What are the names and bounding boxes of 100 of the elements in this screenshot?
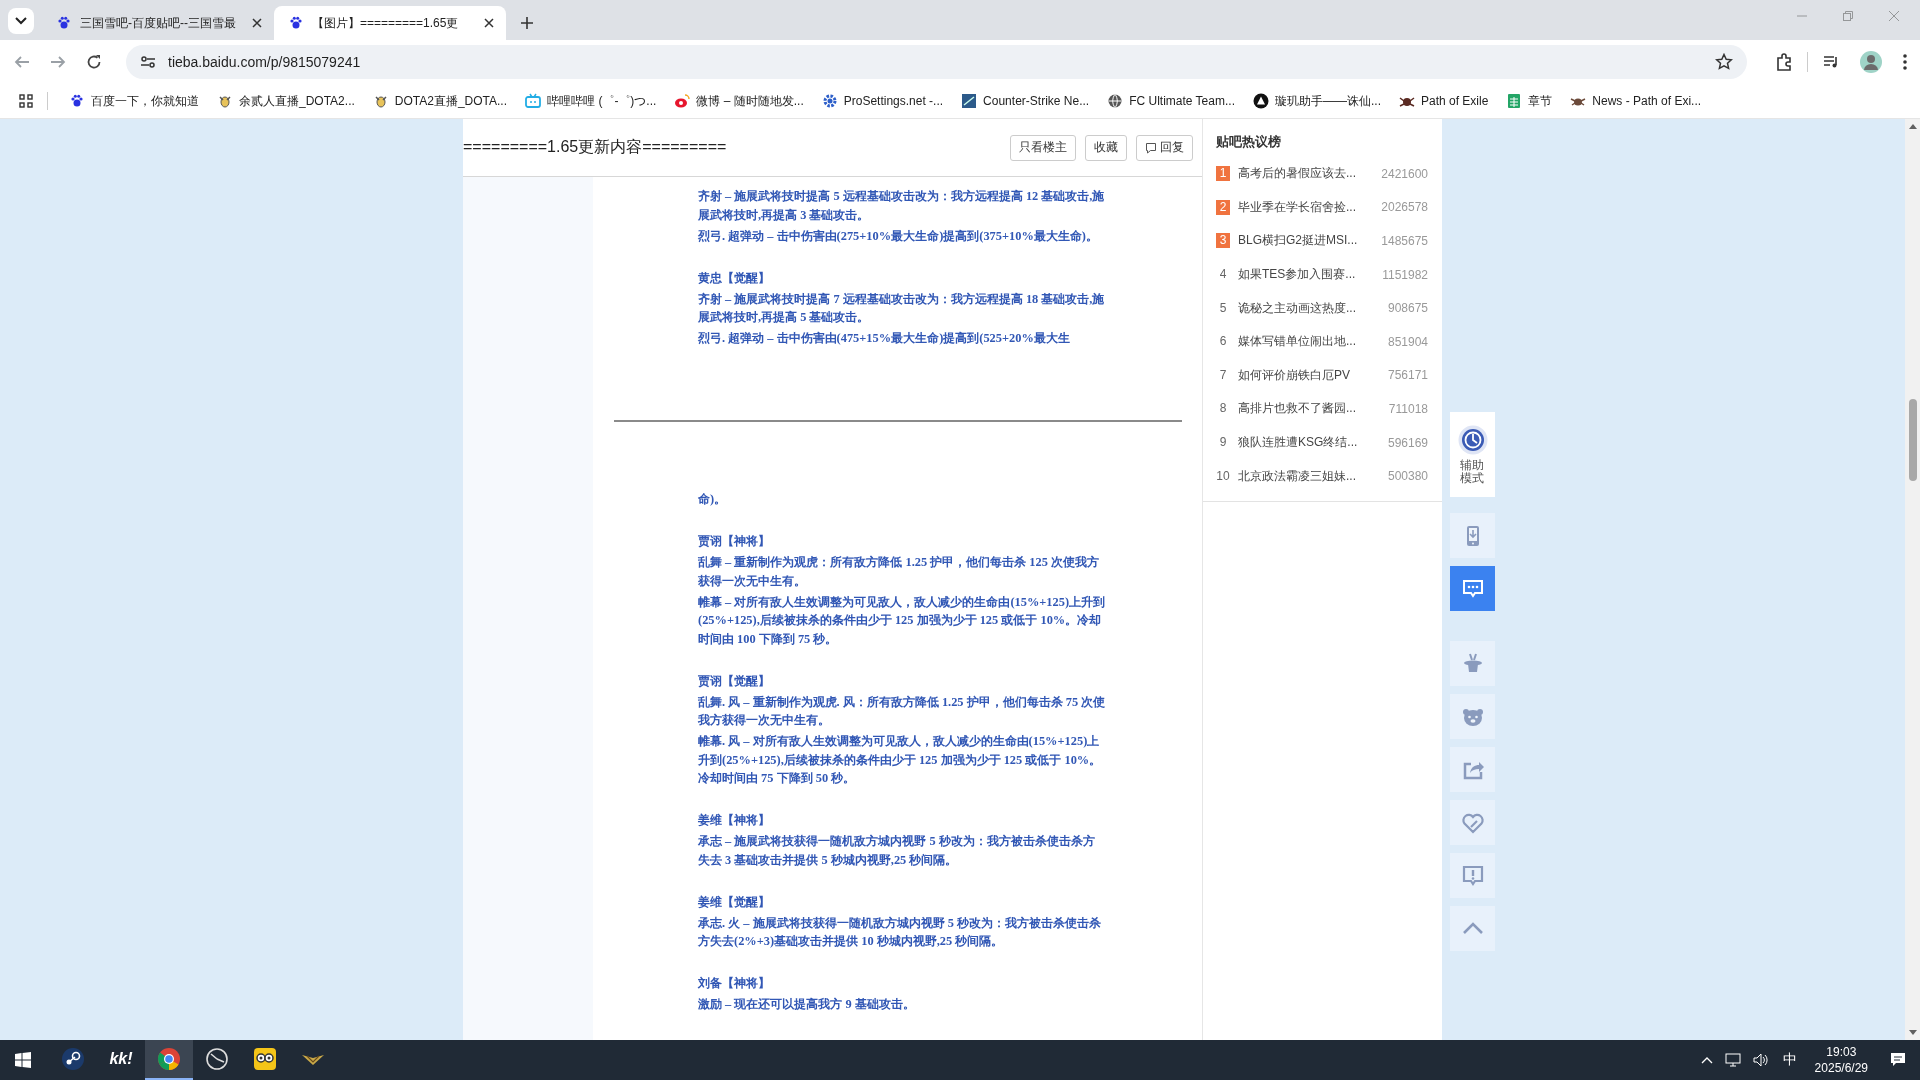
gear-icon (821, 93, 838, 109)
hot-topic-link[interactable]: 诡秘之主动画这热度... (1238, 299, 1388, 317)
paw-icon (69, 93, 85, 109)
change-text: 承志 – 施展武将技获得一随机敌方城内视野 5 秒改为：我方被击杀使击杀方失去 3 基础攻击并提供 5 秒城内视野,25 秒间隔。 (698, 833, 1096, 869)
apps-grid-icon[interactable] (19, 94, 33, 108)
volume-icon[interactable] (1752, 1053, 1769, 1067)
bookmark[interactable]: 哔哩哔哩 (゜-゜)つ... (516, 88, 666, 114)
puzzle-icon[interactable] (1775, 53, 1793, 71)
eye-icon (674, 93, 691, 109)
section-heading: 贾诩【神将】 (698, 533, 771, 550)
speech-icon (1145, 141, 1157, 154)
taskbar-app[interactable]: kk! (97, 1040, 145, 1080)
heart-icon (1461, 811, 1484, 834)
forward-icon[interactable] (50, 54, 66, 70)
change-text: 烈弓. 超弹动 – 击中伤害由(275+10%最大生命)提高到(375+10%最大生命)。 (698, 227, 1099, 245)
bookmark[interactable]: 璇玑助手——诛仙... (1243, 88, 1390, 114)
bookmark[interactable]: DOTA2直播_DOTA... (363, 88, 517, 114)
post-button[interactable]: 收藏 (1085, 134, 1127, 161)
change-text: 齐射 – 施展武将技时提高 5 远程基础攻击改为：我方远程提高 12 基础攻击,施展武将技时,再提高 3 基础攻击。 (698, 188, 1106, 224)
hot-topic-link[interactable]: 高排片也救不了酱园... (1238, 400, 1389, 418)
notification-icon[interactable] (1890, 1052, 1906, 1068)
dial-icon (205, 1047, 229, 1071)
change-text: 乱舞. 风 – 重新制作为观虎. 风：所有敌方降低 1.25 护甲，他们每击杀 75 次使我方获得一次无中生有。 (698, 693, 1106, 729)
owl-icon (253, 1047, 277, 1071)
report-icon (1461, 864, 1484, 887)
rank-number: 3 (1216, 233, 1230, 249)
section-heading: 黄忠【觉醒】 (698, 269, 771, 287)
side-tool-button[interactable] (1450, 566, 1495, 611)
back-icon[interactable] (14, 54, 30, 70)
sheet-icon (1506, 93, 1523, 109)
bookmark[interactable]: Counter-Strike Ne... (952, 88, 1099, 114)
heat-count: 500380 (1387, 469, 1428, 484)
reply-button[interactable]: 回复 (1136, 134, 1193, 161)
tab-title: 三国雪吧-百度贴吧--三国雪最 (80, 14, 237, 32)
bookmark[interactable]: Path of Exile (1390, 88, 1498, 114)
heat-count: 1485675 (1381, 234, 1428, 248)
clock-date: 2025/6/29 (1814, 1060, 1868, 1076)
scroll-down-icon[interactable] (1908, 1030, 1917, 1036)
globe-icon (1107, 93, 1124, 109)
assist-mode-button[interactable]: 辅助模式 (1450, 412, 1495, 497)
change-text: 齐射 – 施展武将技时提高 7 远程基础攻击改为：我方远程提高 18 基础攻击,施展武将技时,再提高 5 基础攻击。 (698, 290, 1106, 326)
rank-number: 6 (1218, 334, 1228, 350)
heat-count: 851904 (1387, 334, 1428, 349)
scroll-up-icon[interactable] (1908, 123, 1917, 129)
bookmark[interactable]: News - Path of Exi... (1561, 88, 1711, 114)
input-method-indicator[interactable]: 中 (1782, 1051, 1797, 1069)
clock-time: 19:03 (1826, 1044, 1857, 1060)
avatar-icon[interactable] (1860, 51, 1882, 73)
address-bar[interactable]: tieba.baidu.com/p/9815079241 (126, 45, 1747, 79)
hot-topic-link[interactable]: 如何评价崩铁白厄PV (1238, 366, 1388, 384)
change-text: 承志. 火 – 施展武将技获得一随机敌方城内视野 5 秒改为：我方被击杀使击杀方失去(2%+3)基础攻击并提供 10 秒城内视野,25 秒间隔。 (698, 914, 1102, 950)
browser-tab[interactable]: 三国雪吧-百度贴吧--三国雪最 (42, 6, 274, 40)
bookmark[interactable]: 章节 (1497, 88, 1562, 114)
heat-count: 596169 (1387, 435, 1428, 450)
post-button[interactable]: 只看楼主 (1010, 134, 1076, 161)
bee-icon (217, 93, 233, 109)
rank-number: 5 (1218, 300, 1228, 316)
hot-topic-link[interactable]: 如果TES参加入围赛... (1238, 266, 1383, 284)
heat-count: 908675 (1387, 301, 1428, 316)
bookmark[interactable]: 微博 – 随时随地发... (665, 88, 813, 114)
chat-icon (1461, 577, 1484, 600)
browser-tab[interactable]: 【图片】=========1.65更 (274, 6, 506, 40)
bookmark[interactable]: FC Ultimate Team... (1098, 88, 1244, 114)
section-heading: 刘备【神将】 (698, 975, 771, 992)
reload-icon[interactable] (86, 54, 102, 70)
hot-topic-link[interactable]: 北京政法霸凌三姐妹... (1238, 467, 1388, 485)
heat-count: 2026578 (1381, 200, 1428, 215)
paw-icon (56, 15, 72, 31)
hot-topic-link[interactable]: 毕业季在学长宿舍捡... (1238, 198, 1382, 216)
hot-topic-link[interactable]: 狼队连胜遭KSG终结... (1238, 434, 1388, 452)
plus-icon[interactable] (520, 16, 534, 30)
change-text: 帷幕 – 对所有敌人生效调整为可见敌人，敌人减少的生命由(15%+125)上升到(25%+125),后续被抹杀的条件由少于 125 加强为少于 125 或低于 10%。冷却时间由 100 下降到 75 秒。 (698, 593, 1106, 648)
hot-topic-link[interactable]: BLG横扫G2挺进MSI... (1238, 232, 1382, 250)
taskbar-app[interactable] (145, 1040, 193, 1080)
tab-list-button[interactable] (8, 8, 34, 34)
hot-topic-link[interactable]: 高考后的暑假应该去... (1238, 165, 1382, 183)
section-heading: 贾诩【觉醒】 (698, 672, 771, 690)
rank-number: 2 (1216, 199, 1230, 215)
star-icon[interactable] (1715, 53, 1733, 71)
rank-number: 1 (1216, 166, 1230, 182)
network-icon[interactable] (1724, 1053, 1741, 1067)
paw-icon (288, 15, 304, 31)
change-text: 帷幕. 风 – 对所有敌人生效调整为可见敌人，敌人减少的生命由(15%+125)上升到(25%+125),后续被抹杀的条件由少于 125 加强为少于 125 或低于 10%。冷却时间由 75 下降到 50 秒。 (698, 733, 1103, 787)
close-icon[interactable] (250, 16, 264, 30)
close-icon[interactable] (482, 16, 496, 30)
heat-count: 2421600 (1381, 166, 1428, 181)
windows-icon[interactable] (15, 1052, 31, 1068)
bookmark[interactable]: 百度一下，你就知道 (60, 88, 208, 114)
site-info-icon[interactable] (140, 54, 156, 70)
url-text: tieba.baidu.com/p/9815079241 (168, 54, 362, 70)
bookmark[interactable]: ProSettings.net -... (812, 88, 953, 114)
clock-icon (1457, 424, 1488, 455)
scrollbar[interactable] (1905, 119, 1920, 1040)
menu-icon[interactable] (1902, 53, 1908, 71)
bookmark[interactable]: 余贰人直播_DOTA2... (208, 88, 364, 114)
chevron-up-icon[interactable] (1700, 1056, 1713, 1064)
heat-count: 711018 (1388, 401, 1428, 416)
caret-icon (15, 17, 27, 25)
scroll-thumb[interactable] (1908, 399, 1917, 481)
hot-topic-link[interactable]: 媒体写错单位闹出地... (1238, 333, 1388, 351)
